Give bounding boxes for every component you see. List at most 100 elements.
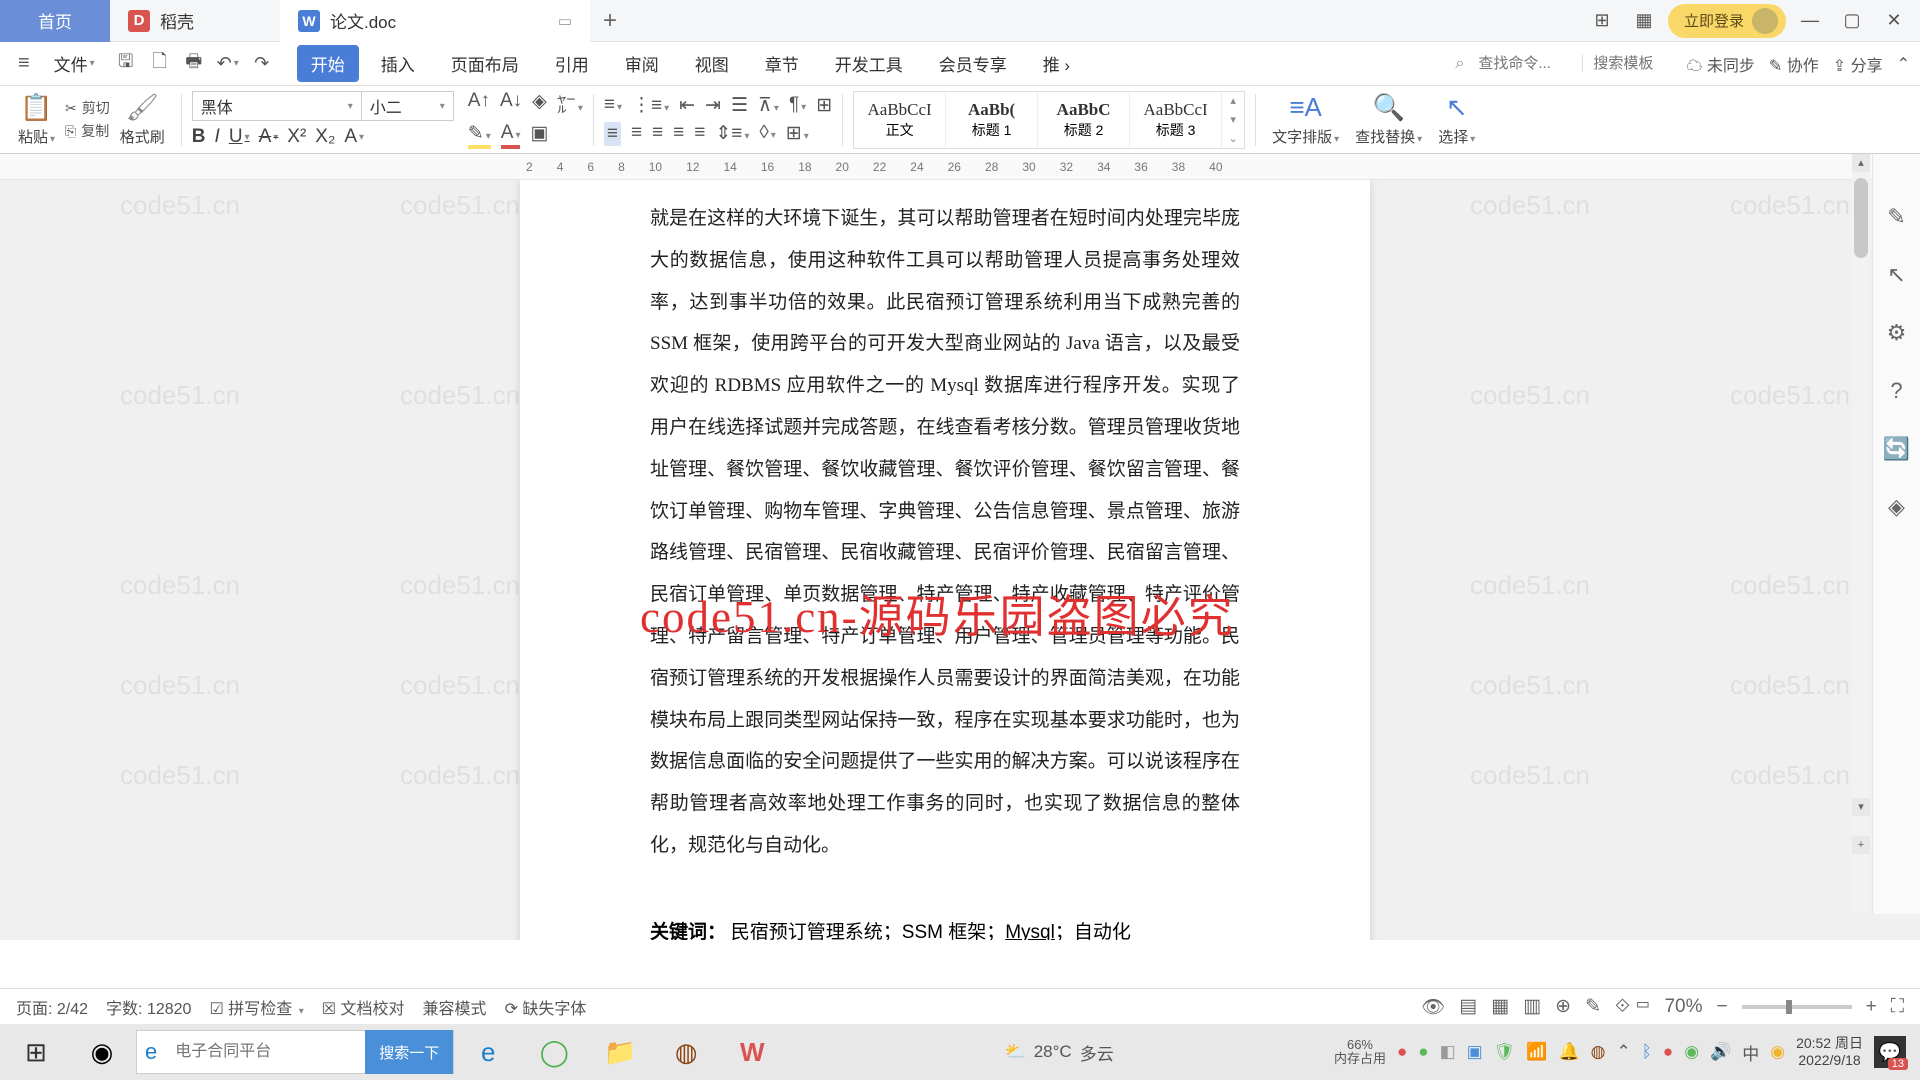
format-painter-group[interactable]: 🖌 格式刷 bbox=[114, 88, 171, 152]
strikethrough-button[interactable]: A▾ bbox=[259, 126, 279, 148]
style-scroll[interactable]: ▴▾⌄ bbox=[1222, 92, 1244, 148]
cut-button[interactable]: ✂ 剪切 bbox=[65, 98, 110, 118]
zoom-in-icon[interactable]: + bbox=[1852, 836, 1870, 854]
coop-button[interactable]: ✎ 协作 bbox=[1769, 52, 1819, 76]
wps-icon[interactable]: W bbox=[720, 1026, 784, 1078]
align-right-icon[interactable]: ≡ bbox=[652, 122, 663, 146]
borders-icon[interactable]: ⊞ bbox=[816, 94, 832, 117]
settings-icon[interactable]: ⚙ bbox=[1887, 320, 1907, 346]
search-command-input[interactable] bbox=[1478, 55, 1568, 72]
cloud-sync[interactable]: ☁ 未同步 bbox=[1686, 52, 1754, 76]
align-justify-icon[interactable]: ≡ bbox=[673, 122, 684, 146]
taskbar-search-button[interactable]: 搜索一下 bbox=[365, 1030, 453, 1074]
action-center[interactable]: 💬13 bbox=[1874, 1036, 1906, 1068]
sort-icon[interactable]: ☰ bbox=[731, 94, 748, 117]
tab-add[interactable]: + bbox=[590, 7, 630, 35]
browser360-icon[interactable]: ◯ bbox=[522, 1026, 586, 1078]
numbering-icon[interactable]: ⋮≡▾ bbox=[632, 94, 669, 117]
redo-icon[interactable]: ↷ bbox=[247, 49, 277, 79]
tab-home[interactable]: 首页 bbox=[0, 0, 110, 42]
eye-icon[interactable]: 👁 bbox=[1421, 995, 1445, 1019]
paste-label[interactable]: 粘贴▾ bbox=[18, 126, 55, 147]
font-size-select[interactable]: 小二▾ bbox=[362, 91, 454, 121]
close-button[interactable]: ✕ bbox=[1876, 3, 1912, 39]
outline-icon[interactable]: ▥ bbox=[1523, 995, 1541, 1018]
proofing-button[interactable]: ☒ 文档校对 bbox=[322, 995, 405, 1019]
tab-document[interactable]: W 论文.doc ▭ bbox=[280, 0, 590, 42]
paste-icon[interactable]: 📋 bbox=[20, 92, 52, 123]
rtab-review[interactable]: 审阅 bbox=[611, 45, 673, 82]
decrease-font-icon[interactable]: A↓ bbox=[500, 90, 522, 117]
italic-button[interactable]: I bbox=[215, 126, 220, 148]
tab-daoke[interactable]: D 稻壳 bbox=[110, 0, 280, 42]
tray-icon[interactable]: ▣ bbox=[1467, 1042, 1483, 1062]
login-button[interactable]: 立即登录 bbox=[1668, 4, 1786, 38]
print-layout-icon[interactable]: ▦ bbox=[1491, 995, 1509, 1018]
save-icon[interactable]: 🖫 bbox=[111, 49, 141, 79]
text-effects-button[interactable]: A▾ bbox=[344, 126, 364, 148]
align-distribute-icon[interactable]: ≡ bbox=[694, 122, 705, 146]
rtab-insert[interactable]: 插入 bbox=[367, 45, 429, 82]
rtab-member[interactable]: 会员专享 bbox=[925, 45, 1021, 82]
translate-icon[interactable]: 🔄 bbox=[1883, 436, 1910, 462]
superscript-button[interactable]: X² bbox=[287, 126, 306, 148]
style-h2[interactable]: AaBbC标题 2 bbox=[1038, 92, 1130, 148]
tray-icon[interactable]: 🛡 bbox=[1494, 1042, 1516, 1062]
taskbar-search-input[interactable] bbox=[165, 1031, 365, 1073]
zoom-level[interactable]: 70% bbox=[1664, 996, 1702, 1018]
rtab-chapter[interactable]: 章节 bbox=[751, 45, 813, 82]
app-icon[interactable]: ◍ bbox=[654, 1026, 718, 1078]
pencil-icon[interactable]: ✎ bbox=[1887, 204, 1905, 230]
style-h3[interactable]: AaBbCcI标题 3 bbox=[1130, 92, 1222, 148]
highlight-button[interactable]: ✎▾ bbox=[468, 122, 491, 149]
wifi-icon[interactable]: 📶 bbox=[1526, 1042, 1547, 1062]
rtab-layout[interactable]: 页面布局 bbox=[437, 45, 533, 82]
highlight-tool-icon[interactable]: ✎ bbox=[1585, 995, 1601, 1018]
start-button[interactable]: ⊞ bbox=[4, 1026, 68, 1078]
tray-icon[interactable]: ● bbox=[1663, 1042, 1673, 1062]
scroll-thumb[interactable] bbox=[1854, 178, 1868, 258]
copilot-icon[interactable]: ◉ bbox=[70, 1026, 134, 1078]
select-group[interactable]: ↖ 选择▾ bbox=[1432, 88, 1481, 152]
explorer-icon[interactable]: 📁 bbox=[588, 1026, 652, 1078]
undo-icon[interactable]: ↶▾ bbox=[213, 49, 243, 79]
rtab-view[interactable]: 视图 bbox=[681, 45, 743, 82]
zoom-slider[interactable] bbox=[1742, 1005, 1852, 1009]
hamburger-icon[interactable]: ≡ bbox=[10, 52, 38, 75]
phonetic-icon[interactable]: ㍏▾ bbox=[557, 90, 583, 117]
text-layout-group[interactable]: ≡A 文字排版▾ bbox=[1266, 88, 1345, 152]
web-layout-icon[interactable]: ⊕ bbox=[1555, 995, 1571, 1018]
share-button[interactable]: ⇪ 分享 bbox=[1833, 52, 1883, 76]
minimize-button[interactable]: — bbox=[1792, 3, 1828, 39]
search-template-input[interactable] bbox=[1582, 55, 1672, 72]
spellcheck-toggle[interactable]: ☑ 拼写检查 ▾ bbox=[209, 995, 303, 1019]
bold-button[interactable]: B bbox=[192, 126, 206, 148]
bluetooth-icon[interactable]: ᛒ bbox=[1642, 1042, 1652, 1062]
print-icon[interactable]: 🖶 bbox=[179, 49, 209, 79]
find-replace-group[interactable]: 🔍 查找替换▾ bbox=[1349, 88, 1428, 152]
underline-button[interactable]: U▾ bbox=[229, 126, 250, 148]
clear-format-icon[interactable]: ◈ bbox=[532, 90, 547, 117]
rtab-reference[interactable]: 引用 bbox=[541, 45, 603, 82]
tray-icon[interactable]: ◉ bbox=[1684, 1042, 1699, 1062]
style-normal[interactable]: AaBbCcI正文 bbox=[854, 92, 946, 148]
font-color-button[interactable]: A▾ bbox=[501, 122, 521, 149]
print-preview-icon[interactable]: 🗋 bbox=[145, 49, 175, 79]
increase-font-icon[interactable]: A↑ bbox=[468, 90, 490, 117]
page-indicator[interactable]: 页面: 2/42 bbox=[16, 995, 88, 1019]
word-count[interactable]: 字数: 12820 bbox=[106, 995, 191, 1019]
clock[interactable]: 20:52 周日 2022/9/18 bbox=[1796, 1035, 1863, 1070]
ime-indicator[interactable]: 中 bbox=[1742, 1040, 1759, 1065]
outdent-icon[interactable]: ⇤ bbox=[679, 94, 695, 117]
subscript-button[interactable]: X₂ bbox=[315, 126, 335, 148]
style-h1[interactable]: AaBb(标题 1 bbox=[946, 92, 1038, 148]
scroll-up-icon[interactable]: ▴ bbox=[1852, 154, 1870, 172]
read-mode-icon[interactable]: ▤ bbox=[1459, 995, 1477, 1018]
bullets-icon[interactable]: ≡▾ bbox=[604, 94, 622, 117]
document-page[interactable]: 就是在这样的大环境下诞生，其可以帮助管理者在短时间内处理完毕庞大的数据信息，使用… bbox=[520, 180, 1370, 940]
para-marks-icon[interactable]: ¶▾ bbox=[789, 94, 806, 117]
tab-settings-icon[interactable]: ⊼▾ bbox=[758, 94, 779, 117]
fit-width-icon[interactable]: ⟐ ▭ bbox=[1615, 996, 1650, 1018]
shading-icon[interactable]: ◊▾ bbox=[759, 122, 775, 146]
grid2-icon[interactable]: ▦ bbox=[1626, 3, 1662, 39]
